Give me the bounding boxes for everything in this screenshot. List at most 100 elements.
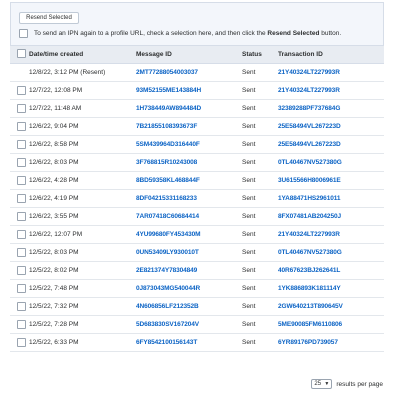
results-per-page-select[interactable]: 25 ▼ bbox=[311, 379, 333, 389]
row-status: Sent bbox=[242, 69, 256, 76]
row-transaction-id-link[interactable]: 21Y40324LT227993R bbox=[278, 231, 340, 238]
row-message-id-link-cell: 7AR07418C60684414 bbox=[136, 207, 242, 226]
row-transaction-id-link-cell: 0TL40467NV527380G bbox=[278, 153, 384, 172]
table-row: 12/6/22, 4:19 PM 8DF04215331168233 Sent 1YA… bbox=[10, 189, 384, 208]
row-date: 12/6/22, 8:58 PM bbox=[29, 141, 79, 148]
row-status: Sent bbox=[242, 159, 256, 166]
pagination: 25 ▼ results per page bbox=[311, 379, 383, 389]
row-checkbox[interactable] bbox=[17, 86, 26, 95]
row-checkbox[interactable] bbox=[17, 104, 26, 113]
row-message-id-link[interactable]: 1H738449AW894484D bbox=[136, 105, 201, 112]
ipn-history-table: Date/time created Message ID Status Tran… bbox=[10, 45, 384, 352]
row-transaction-id-link[interactable]: 5ME90085FM6110806 bbox=[278, 321, 342, 328]
row-transaction-id-link[interactable]: 1YK886893K181114Y bbox=[278, 285, 341, 292]
table-row: 12/7/22, 11:48 AM 1H738449AW894484D Sent 32… bbox=[10, 99, 384, 118]
table-row: 12/6/22, 8:03 PM 3F768815R10243008 Sent 0TL… bbox=[10, 153, 384, 172]
row-message-id-link[interactable]: 8BD59358KL468844F bbox=[136, 177, 200, 184]
column-header-status[interactable]: Status bbox=[242, 45, 278, 64]
row-checkbox[interactable] bbox=[17, 140, 26, 149]
row-transaction-id-link[interactable]: 21Y40324LT227993R bbox=[278, 87, 340, 94]
row-date-cell: 12/5/22, 6:33 PM bbox=[29, 333, 136, 352]
row-transaction-id-link[interactable]: 40R67623BJ262641L bbox=[278, 267, 340, 274]
row-checkbox[interactable] bbox=[17, 194, 26, 203]
row-date-cell: 12/5/22, 7:28 PM bbox=[29, 315, 136, 334]
row-message-id-link[interactable]: 93M52155ME143884H bbox=[136, 87, 201, 94]
row-transaction-id-link[interactable]: 0TL40467NV527380G bbox=[278, 249, 342, 256]
row-transaction-id-link[interactable]: 25E58494VL267223D bbox=[278, 141, 341, 148]
row-checkbox[interactable] bbox=[17, 176, 26, 185]
row-status-cell: Sent bbox=[242, 117, 278, 136]
column-header-message-id[interactable]: Message ID bbox=[136, 45, 242, 64]
row-checkbox[interactable] bbox=[17, 302, 26, 311]
row-message-id-link-cell: 8BD59358KL468844F bbox=[136, 171, 242, 190]
row-message-id-link[interactable]: 2MT77288054003037 bbox=[136, 69, 198, 76]
instruction-suffix: button. bbox=[319, 30, 342, 37]
row-message-id-link[interactable]: 5SM439964D316440F bbox=[136, 141, 200, 148]
row-transaction-id-link[interactable]: 2GW640213T890645V bbox=[278, 303, 343, 310]
row-status-cell: Sent bbox=[242, 63, 278, 82]
row-message-id-link[interactable]: 7AR07418C60684414 bbox=[136, 213, 199, 220]
results-per-page-label: results per page bbox=[336, 380, 383, 388]
row-date-cell: 12/7/22, 12:08 PM bbox=[29, 81, 136, 100]
row-transaction-id-link-cell: 21Y40324LT227993R bbox=[278, 63, 384, 82]
row-transaction-id-link[interactable]: 1YA88471HS2961011 bbox=[278, 195, 341, 202]
row-checkbox[interactable] bbox=[17, 248, 26, 257]
table-row: 12/6/22, 4:28 PM 8BD59358KL468844F Sent 3U6… bbox=[10, 171, 384, 190]
row-date-cell: 12/6/22, 3:55 PM bbox=[29, 207, 136, 226]
resend-selected-button[interactable]: Resend Selected bbox=[19, 12, 79, 24]
column-header-transaction-id[interactable]: Transaction ID bbox=[278, 45, 384, 64]
header-select-all-checkbox[interactable] bbox=[17, 49, 26, 58]
row-date-cell: 12/6/22, 8:03 PM bbox=[29, 153, 136, 172]
row-transaction-id-link[interactable]: 32389288PF737684G bbox=[278, 105, 340, 112]
row-date-cell: 12/6/22, 9:04 PM bbox=[29, 117, 136, 136]
row-transaction-id-link[interactable]: 0TL40467NV527380G bbox=[278, 159, 342, 166]
row-message-id-link[interactable]: 4N606856LF212352B bbox=[136, 303, 199, 310]
row-transaction-id-link[interactable]: 25E58494VL267223D bbox=[278, 123, 341, 130]
row-status: Sent bbox=[242, 105, 256, 112]
row-message-id-link-cell: 6FY8542100156143T bbox=[136, 333, 242, 352]
row-message-id-link-cell: 1H738449AW894484D bbox=[136, 99, 242, 118]
row-message-id-link[interactable]: 7B21855108393673F bbox=[136, 123, 197, 130]
row-checkbox[interactable] bbox=[17, 122, 26, 131]
row-transaction-id-link[interactable]: 8FX07481AB204250J bbox=[278, 213, 341, 220]
row-message-id-link-cell: 4N606856LF212352B bbox=[136, 297, 242, 316]
row-message-id-link[interactable]: 4YU99680FY453430M bbox=[136, 231, 201, 238]
row-message-id-link[interactable]: 2E821374Y78304849 bbox=[136, 267, 197, 274]
row-status: Sent bbox=[242, 213, 256, 220]
row-message-id-link[interactable]: 0UN53409LY930010T bbox=[136, 249, 199, 256]
table-row: 12/6/22, 9:04 PM 7B21855108393673F Sent 25E… bbox=[10, 117, 384, 136]
row-transaction-id-link[interactable]: 6YR89176PD739057 bbox=[278, 339, 338, 346]
select-all-checkbox[interactable] bbox=[19, 29, 28, 38]
row-transaction-id-link[interactable]: 3U615566H8006961E bbox=[278, 177, 341, 184]
row-transaction-id-link-cell: 1YA88471HS2961011 bbox=[278, 189, 384, 208]
row-message-id-link[interactable]: 5D683830SV167204V bbox=[136, 321, 199, 328]
row-date: 12/6/22, 3:55 PM bbox=[29, 213, 79, 220]
row-checkbox[interactable] bbox=[17, 338, 26, 347]
row-transaction-id-link[interactable]: 21Y40324LT227993R bbox=[278, 69, 340, 76]
column-header-date[interactable]: Date/time created bbox=[29, 45, 136, 64]
row-checkbox-cell bbox=[10, 225, 29, 244]
row-message-id-link-cell: 8DF04215331168233 bbox=[136, 189, 242, 208]
row-status: Sent bbox=[242, 195, 256, 202]
row-status-cell: Sent bbox=[242, 171, 278, 190]
row-message-id-link[interactable]: 0J873043MG540044R bbox=[136, 285, 200, 292]
row-checkbox[interactable] bbox=[17, 230, 26, 239]
row-message-id-link[interactable]: 6FY8542100156143T bbox=[136, 339, 197, 346]
row-checkbox-cell bbox=[10, 261, 29, 280]
row-date-cell: 12/8/22, 3:12 PM (Resent) bbox=[29, 63, 136, 82]
row-checkbox[interactable] bbox=[17, 284, 26, 293]
row-transaction-id-link-cell: 21Y40324LT227993R bbox=[278, 225, 384, 244]
row-message-id-link[interactable]: 8DF04215331168233 bbox=[136, 195, 197, 202]
row-status-cell: Sent bbox=[242, 153, 278, 172]
row-message-id-link-cell: 5D683830SV167204V bbox=[136, 315, 242, 334]
row-status-cell: Sent bbox=[242, 243, 278, 262]
row-status: Sent bbox=[242, 321, 256, 328]
instruction-text: To send an IPN again to a profile URL, c… bbox=[34, 30, 341, 37]
row-checkbox[interactable] bbox=[17, 158, 26, 167]
row-date: 12/5/22, 6:33 PM bbox=[29, 339, 79, 346]
row-checkbox[interactable] bbox=[17, 266, 26, 275]
row-checkbox[interactable] bbox=[17, 320, 26, 329]
row-status: Sent bbox=[242, 339, 256, 346]
row-message-id-link[interactable]: 3F768815R10243008 bbox=[136, 159, 197, 166]
row-checkbox[interactable] bbox=[17, 212, 26, 221]
